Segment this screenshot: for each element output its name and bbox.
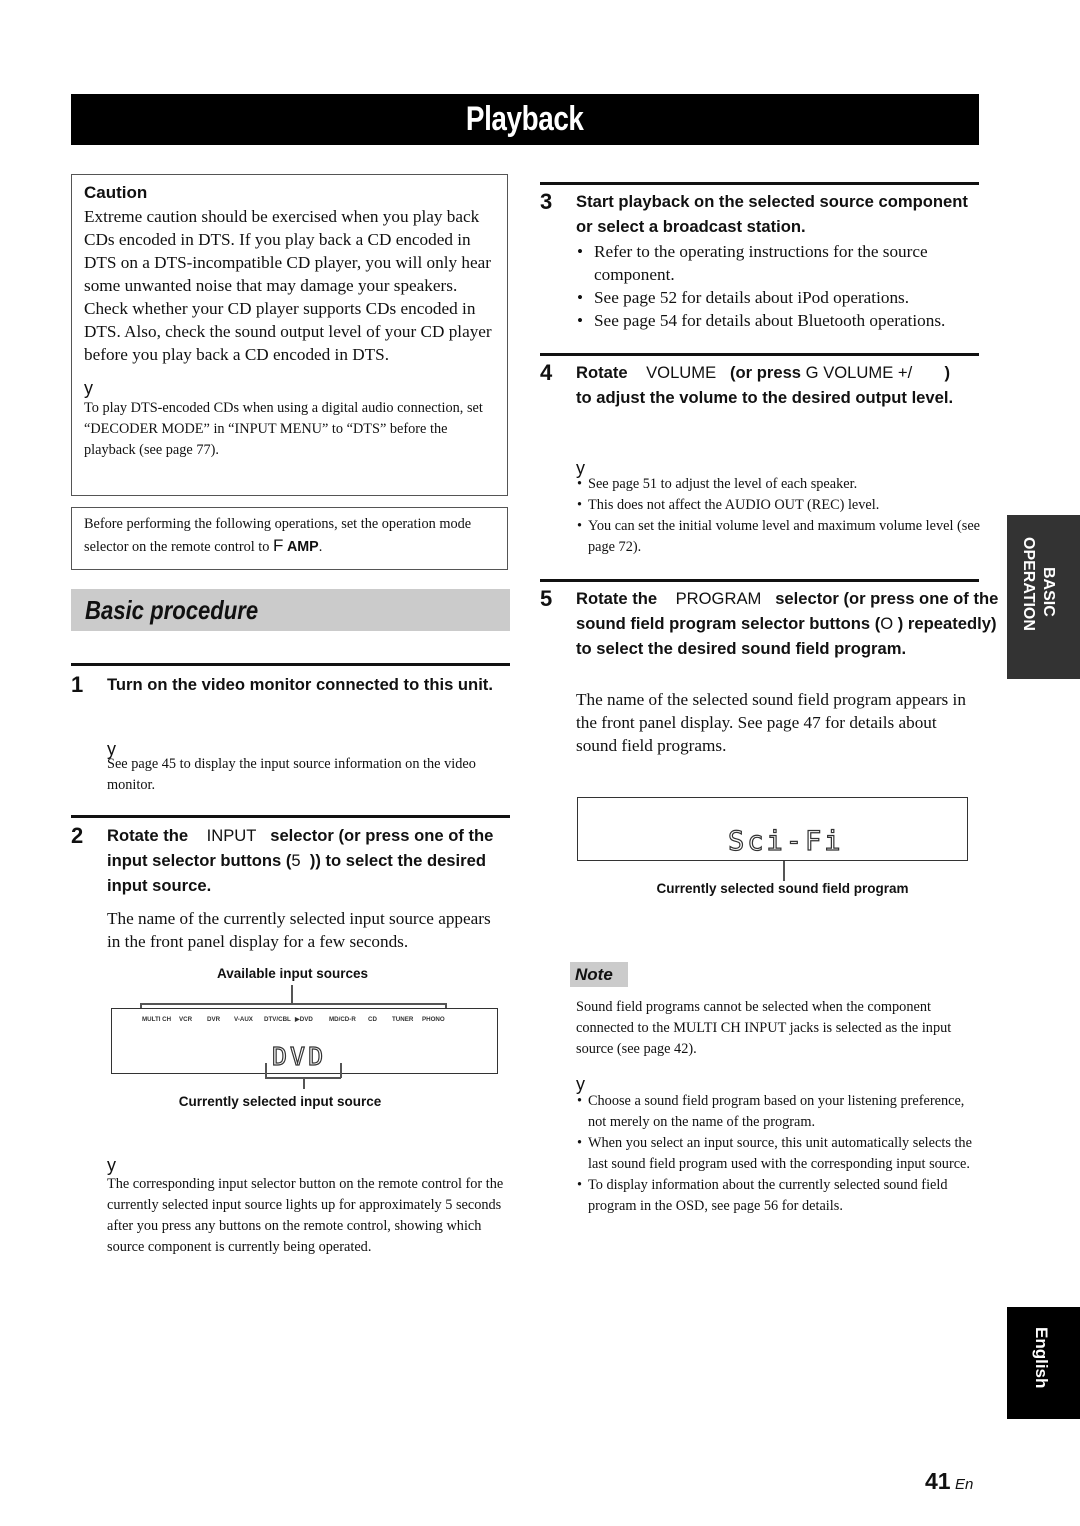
selected-source-caption: Currently selected input source xyxy=(178,1094,382,1109)
list-item: See page 51 to adjust the level of each … xyxy=(576,474,981,495)
remote-key-f-icon: F xyxy=(272,536,284,555)
step-5-heading: Rotate the PROGRAM selector (or press on… xyxy=(576,586,1006,661)
front-panel-display-program: Sci-Fi xyxy=(577,797,968,861)
section-heading-text: Basic procedure xyxy=(85,595,259,625)
available-sources-caption: Available input sources xyxy=(216,966,369,981)
page-title: Playback xyxy=(71,94,979,145)
note-label: Note xyxy=(570,962,628,987)
step-2-number: 2 xyxy=(71,823,84,848)
input-selector-buttons-icon: 5 xyxy=(291,851,301,870)
step-4-heading-c: ) xyxy=(944,363,951,382)
step-1-rule xyxy=(71,663,510,666)
selected-bracket-left xyxy=(265,1063,267,1078)
step-4-tips: See page 51 to adjust the level of each … xyxy=(576,474,981,558)
list-item: See page 52 for details about iPod opera… xyxy=(576,286,981,309)
step-5-rule xyxy=(540,579,979,582)
step-5-heading-a: Rotate the xyxy=(576,589,658,608)
selected-leader-line xyxy=(303,1077,305,1089)
step-4-heading-a: Rotate xyxy=(576,363,628,382)
list-item: When you select an input source, this un… xyxy=(576,1133,981,1175)
step-4-heading-d: to adjust the volume to the desired outp… xyxy=(576,388,954,407)
step-1-tip: See page 45 to display the input source … xyxy=(107,756,476,793)
list-item: See page 54 for details about Bluetooth … xyxy=(576,309,981,332)
step-2-body: The name of the currently selected input… xyxy=(107,909,491,951)
volume-control-label: VOLUME xyxy=(646,363,717,382)
program-selector-label: PROGRAM xyxy=(675,589,762,608)
list-item: Choose a sound field program based on yo… xyxy=(576,1091,981,1133)
step-4-number: 4 xyxy=(540,360,553,385)
step-4-heading: Rotate VOLUME (or press G VOLUME +/ ) to… xyxy=(576,360,981,410)
step-5-number: 5 xyxy=(540,586,553,611)
display-readout: DVD xyxy=(271,1041,327,1071)
source-label: MD/CD-R xyxy=(329,1016,356,1023)
source-label: DVR xyxy=(207,1016,221,1023)
source-label: PHONO xyxy=(422,1016,445,1023)
caution-heading: Caution xyxy=(84,183,148,202)
step-4-heading-b: (or press xyxy=(730,363,802,382)
source-label: TUNER xyxy=(392,1016,414,1023)
remote-key-g-icon: G xyxy=(805,363,819,382)
list-item: You can set the initial volume level and… xyxy=(576,516,981,558)
page-number-value: 41 xyxy=(925,1468,951,1494)
list-item: This does not affect the AUDIO OUT (REC)… xyxy=(576,495,981,516)
front-panel-display-input: MULTI CH VCR DVR V-AUX DTV/CBL ▶DVD MD/C… xyxy=(111,1008,498,1074)
step-2-heading-a: Rotate the xyxy=(107,826,189,845)
caption-leader-line xyxy=(291,985,293,1003)
step-3-bullets: Refer to the operating instructions for … xyxy=(576,240,981,332)
step-1-number: 1 xyxy=(71,672,84,697)
list-item: Refer to the operating instructions for … xyxy=(576,240,981,286)
hint-icon: y xyxy=(107,1155,116,1175)
side-tab-language-text: English xyxy=(1032,1327,1051,1389)
source-label: DTV/CBL xyxy=(264,1016,291,1023)
source-label: V-AUX xyxy=(234,1016,253,1023)
list-item: To display information about the current… xyxy=(576,1175,981,1217)
step-3-heading: Start playback on the selected source co… xyxy=(576,192,968,236)
side-tab-line2: OPERATION xyxy=(1020,537,1037,631)
step-2-rule xyxy=(71,815,510,818)
display-readout: Sci-Fi xyxy=(727,825,844,857)
operation-mode-period: . xyxy=(318,539,323,555)
caution-box: Caution Extreme caution should be exerci… xyxy=(71,174,508,496)
sound-field-caption: Currently selected sound field program xyxy=(656,881,909,896)
side-tab-line1: BASIC xyxy=(1040,567,1057,617)
note-body: Sound field programs cannot be selected … xyxy=(576,999,952,1057)
input-selector-label: INPUT xyxy=(206,826,257,845)
selected-bracket-right xyxy=(340,1063,342,1078)
program-leader-line xyxy=(783,861,785,881)
operation-mode-note: Before performing the following operatio… xyxy=(71,507,508,570)
caution-body: Extreme caution should be exercised when… xyxy=(84,207,492,364)
step-4-rule xyxy=(540,353,979,356)
source-label: VCR xyxy=(179,1016,193,1023)
side-tab-basic-operation: BASIC OPERATION xyxy=(1007,515,1080,679)
step-3-number: 3 xyxy=(540,189,553,214)
step-5-body: The name of the selected sound field pro… xyxy=(576,690,966,755)
source-label: CD xyxy=(368,1016,377,1023)
page-lang-suffix: En xyxy=(955,1476,974,1493)
sources-bracket xyxy=(140,1003,446,1005)
page-number: 41 En xyxy=(925,1468,973,1495)
source-label: MULTI CH xyxy=(142,1016,172,1023)
step-3-rule xyxy=(540,182,979,185)
hint-icon: y xyxy=(84,378,93,398)
volume-button-label: VOLUME +/ xyxy=(823,363,913,382)
side-tab-language: English xyxy=(1007,1307,1080,1419)
amp-label: AMP xyxy=(286,539,319,555)
step-2-tip: The corresponding input selector button … xyxy=(107,1176,504,1255)
section-heading: Basic procedure xyxy=(71,589,510,631)
caution-tip: To play DTS-encoded CDs when using a dig… xyxy=(84,400,483,458)
source-label-selected: ▶DVD xyxy=(295,1016,313,1023)
page-title-text: Playback xyxy=(466,100,584,138)
step-1-heading: Turn on the video monitor connected to t… xyxy=(107,675,493,694)
note-tips: Choose a sound field program based on yo… xyxy=(576,1091,981,1217)
program-buttons-icon: O xyxy=(880,614,894,633)
step-2-heading: Rotate the INPUT selector (or press one … xyxy=(107,823,507,898)
